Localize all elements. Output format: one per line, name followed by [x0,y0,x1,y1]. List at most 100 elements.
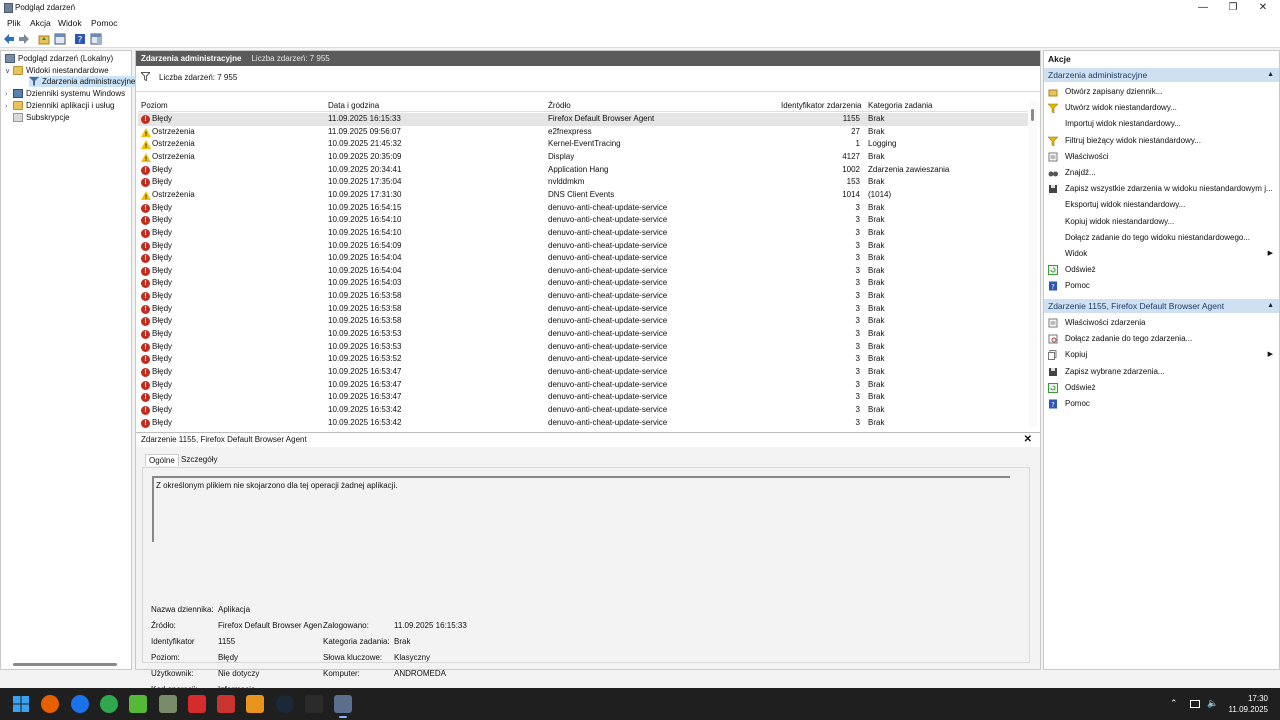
action-items1-11[interactable]: Odśwież [1044,263,1279,277]
chevron-up-icon[interactable]: ⌃ [1170,698,1178,709]
tree-item-app-logs[interactable]: › Dzienniki aplikacji i usług [5,100,114,111]
action-items1-4[interactable]: Właściwości [1044,150,1279,164]
table-row[interactable]: ! Błędy 10.09.2025 20:34:41 Application Han… [138,164,1028,177]
forward-arrow-icon[interactable] [18,33,30,45]
app-64-icon[interactable] [217,695,236,713]
action-items1-0[interactable]: Otwórz zapisany dziennik... [1044,85,1279,99]
tab-general[interactable]: Ogólne [145,454,179,466]
app-green-icon[interactable] [99,695,118,713]
table-row[interactable]: Ostrzeżenia 10.09.2025 21:45:32 Kernel-Eve… [138,138,1028,154]
menu-help[interactable]: Pomoc [91,18,117,28]
table-row[interactable]: ! Błędy 10.09.2025 17:35:04 nvlddmkm Brak 153 [138,176,1028,189]
table-row[interactable]: ! Błędy 10.09.2025 16:53:47 denuvo-anti-che… [138,391,1028,404]
table-vertical-scrollbar[interactable] [1029,101,1037,427]
table-row[interactable]: ! Błędy 10.09.2025 16:53:52 denuvo-anti-che… [138,353,1028,366]
firefox-icon[interactable] [41,695,60,713]
action-items1-7[interactable]: Eksportuj widok niestandardowy... [1044,198,1279,212]
chevron-down-icon[interactable]: ∨ [5,66,13,77]
explorer-icon[interactable] [158,695,177,713]
maximize-button[interactable]: ❐ [1218,1,1248,15]
menu-view[interactable]: Widok [58,18,82,28]
actions-section-admin-events[interactable]: Zdarzenia administracyjne ▲ [1044,68,1279,82]
start-icon[interactable] [12,695,30,713]
help-icon[interactable]: ? [74,33,86,45]
table-row[interactable]: ! Błędy 10.09.2025 16:54:15 denuvo-anti-che… [138,202,1028,215]
action-items1-2[interactable]: Importuj widok niestandardowy... [1044,117,1279,131]
table-row[interactable]: ! Błędy 10.09.2025 16:53:58 denuvo-anti-che… [138,303,1028,316]
table-row[interactable]: ! Błędy 10.09.2025 16:53:53 denuvo-anti-che… [138,341,1028,354]
table-row[interactable]: ! Błędy 10.09.2025 16:53:47 denuvo-anti-che… [138,379,1028,392]
table-row[interactable]: ! Błędy 10.09.2025 16:54:09 denuvo-anti-che… [138,240,1028,253]
action-items1-9[interactable]: Dołącz zadanie do tego widoku niestandar… [1044,231,1279,245]
table-row[interactable]: ! Błędy 11.09.2025 16:15:33 Firefox Default… [138,113,1028,126]
table-row[interactable]: ! Błędy 10.09.2025 16:53:53 denuvo-anti-che… [138,328,1028,341]
tree-item-windows-logs[interactable]: › Dzienniki systemu Windows [5,88,125,99]
table-row[interactable]: Ostrzeżenia 10.09.2025 20:35:09 Display Bra… [138,151,1028,167]
collapse-icon[interactable]: ▲ [1267,68,1274,82]
collapse-icon[interactable]: ▲ [1267,299,1274,313]
app-red-icon[interactable] [187,695,206,713]
tree-horizontal-scrollbar[interactable] [13,663,117,666]
table-row[interactable]: ! Błędy 10.09.2025 16:54:04 denuvo-anti-che… [138,265,1028,278]
show-hide-tree-icon[interactable] [54,33,66,45]
network-icon[interactable] [1190,700,1200,708]
action-items2-1[interactable]: Dołącz zadanie do tego zdarzenia... [1044,332,1279,346]
chevron-right-icon[interactable]: › [5,101,13,112]
action-items2-0[interactable]: Właściwości zdarzenia [1044,316,1279,330]
table-row[interactable]: ! Błędy 10.09.2025 16:53:42 denuvo-anti-che… [138,417,1028,428]
tree-item-custom-views[interactable]: ∨ Widoki niestandardowe [5,65,109,76]
steam-icon[interactable] [275,695,294,713]
volume-icon[interactable]: 🔈 [1207,698,1218,709]
menu-file[interactable]: Plik [7,18,21,28]
up-folder-icon[interactable] [38,33,50,45]
app-dark-icon[interactable] [305,695,323,713]
action-items2-5[interactable]: ? Pomoc [1044,397,1279,411]
tab-details[interactable]: Szczegóły [178,454,220,466]
action-items1-12[interactable]: ? Pomoc [1044,279,1279,293]
col-source[interactable]: Źródło [548,101,571,110]
table-row[interactable]: ! Błędy 10.09.2025 16:54:10 denuvo-anti-che… [138,214,1028,227]
action-items1-6[interactable]: Zapisz wszystkie zdarzenia w widoku nies… [1044,182,1279,196]
col-level[interactable]: Poziom [141,101,168,110]
app-blue-icon[interactable] [70,695,89,713]
table-row[interactable]: ! Błędy 10.09.2025 16:54:03 denuvo-anti-che… [138,277,1028,290]
col-event-id[interactable]: Identyfikator zdarzenia [781,101,862,110]
action-items1-1[interactable]: Utwórz widok niestandardowy... [1044,101,1279,115]
action-items1-8[interactable]: Kopiuj widok niestandardowy... [1044,215,1279,229]
table-row[interactable]: Ostrzeżenia 10.09.2025 17:31:30 DNS Client… [138,189,1028,204]
action-items2-3[interactable]: Zapisz wybrane zdarzenia... [1044,365,1279,379]
close-detail-button[interactable]: ✕ [1024,433,1032,447]
minimize-button[interactable]: — [1188,1,1218,15]
action-items1-5[interactable]: Znajdź... [1044,166,1279,180]
chevron-right-icon[interactable]: › [5,89,13,100]
actions-section-event[interactable]: Zdarzenie 1155, Firefox Default Browser … [1044,299,1279,313]
menu-action[interactable]: Akcja [30,18,51,28]
table-row[interactable]: ! Błędy 10.09.2025 16:53:58 denuvo-anti-che… [138,315,1028,328]
action-items2-4[interactable]: Odśwież [1044,381,1279,395]
col-date[interactable]: Data i godzina [328,101,379,110]
event-message-box[interactable]: Z określonym plikiem nie skojarzono dla … [152,476,1010,542]
app-orange-icon[interactable] [246,695,265,713]
show-hide-actions-icon[interactable] [90,33,102,45]
action-items1-3[interactable]: Filtruj bieżący widok niestandardowy... [1044,134,1279,148]
col-category[interactable]: Kategoria zadania [868,101,933,110]
tree-item-root[interactable]: Podgląd zdarzeń (Lokalny) [5,53,113,64]
table-row[interactable]: ! Błędy 10.09.2025 16:54:04 denuvo-anti-che… [138,252,1028,265]
system-clock[interactable]: 17:30 11.09.2025 [1229,693,1268,715]
table-row[interactable]: Ostrzeżenia 11.09.2025 09:56:07 e2fnexpres… [138,126,1028,141]
cell-level: Błędy [152,265,173,275]
action-items2-2[interactable]: Kopiuj ▶ [1044,348,1279,362]
tree-item-subscriptions[interactable]: Subskrypcje [13,112,70,123]
table-row[interactable]: ! Błędy 10.09.2025 16:54:10 denuvo-anti-che… [138,227,1028,240]
error-icon: ! [141,165,150,175]
back-arrow-icon[interactable] [3,33,15,45]
table-row[interactable]: ! Błędy 10.09.2025 16:53:58 denuvo-anti-che… [138,290,1028,303]
table-row[interactable]: ! Błędy 10.09.2025 16:53:42 denuvo-anti-che… [138,404,1028,417]
close-button[interactable]: ✕ [1248,1,1278,15]
event-viewer-icon[interactable] [334,695,353,718]
tree-item-admin-events[interactable]: Zdarzenia administracyjne [29,76,140,87]
table-row[interactable]: ! Błędy 10.09.2025 16:53:47 denuvo-anti-che… [138,366,1028,379]
action-items1-10[interactable]: Widok ▶ [1044,247,1279,261]
app-lime-icon[interactable] [129,695,148,713]
scroll-thumb[interactable] [1031,109,1034,121]
